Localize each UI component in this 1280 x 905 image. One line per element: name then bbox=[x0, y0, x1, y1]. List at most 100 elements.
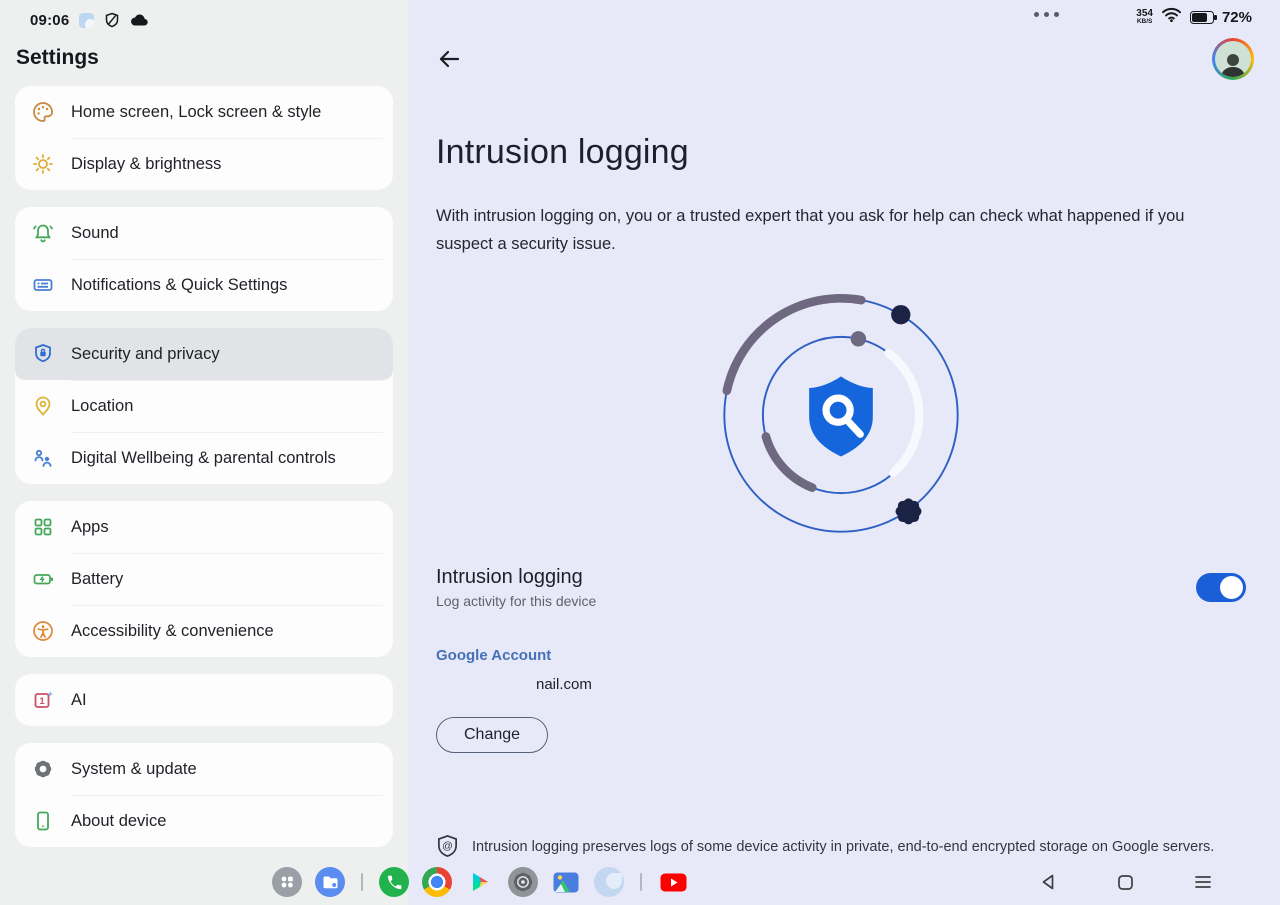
intrusion-logging-panel: 354 KB/S 72% Intrusion logging With intr… bbox=[408, 0, 1280, 905]
gear-icon bbox=[31, 757, 55, 781]
sidebar-item-ai[interactable]: 1 AI bbox=[15, 674, 393, 726]
sidebar-item-about-device[interactable]: About device bbox=[15, 795, 393, 847]
settings-list: Home screen, Lock screen & style Display… bbox=[0, 70, 408, 847]
window-handle-dots[interactable] bbox=[1034, 12, 1059, 17]
taskbar bbox=[0, 859, 1280, 905]
phone-device-icon bbox=[31, 809, 55, 833]
location-pin-icon bbox=[31, 394, 55, 418]
detail-title: Intrusion logging bbox=[436, 133, 1280, 172]
faded-app-icon[interactable] bbox=[594, 867, 624, 897]
battery-icon bbox=[31, 567, 55, 591]
sidebar-item-display[interactable]: Display & brightness bbox=[15, 138, 393, 190]
dock-divider bbox=[361, 873, 363, 891]
notification-app-icon bbox=[79, 13, 94, 28]
footer-text: Intrusion logging preserves logs of some… bbox=[472, 839, 1214, 855]
avatar-photo bbox=[1215, 41, 1251, 77]
svg-text:@: @ bbox=[442, 840, 453, 852]
apps-grid-icon bbox=[31, 515, 55, 539]
youtube-icon[interactable] bbox=[658, 867, 688, 897]
shield-lock-icon bbox=[31, 342, 55, 366]
sidebar-item-security[interactable]: Security and privacy bbox=[15, 328, 393, 380]
page-title: Settings bbox=[0, 32, 408, 70]
wifi-icon bbox=[1161, 6, 1182, 28]
sidebar-item-sound[interactable]: Sound bbox=[15, 207, 393, 259]
status-bar-left: 09:06 bbox=[0, 0, 408, 32]
sidebar-item-system-update[interactable]: System & update bbox=[15, 743, 393, 795]
gallery-app-icon[interactable] bbox=[551, 867, 581, 897]
toggle-sublabel: Log activity for this device bbox=[436, 593, 596, 609]
taskbar-dock bbox=[272, 859, 688, 905]
chrome-icon[interactable] bbox=[422, 867, 452, 897]
sidebar-item-wellbeing[interactable]: Digital Wellbeing & parental controls bbox=[15, 432, 393, 484]
settings-sidebar: 09:06 Settings Home screen, Lock screen … bbox=[0, 0, 408, 905]
shield-search-icon bbox=[809, 376, 873, 456]
intrusion-toggle-row: Intrusion logging Log activity for this … bbox=[436, 566, 1246, 609]
settings-group-privacy: Security and privacy Location Digital We… bbox=[15, 328, 393, 484]
sidebar-item-accessibility[interactable]: Accessibility & convenience bbox=[15, 605, 393, 657]
back-nav-button[interactable] bbox=[1039, 873, 1057, 891]
app-drawer-icon[interactable] bbox=[272, 867, 302, 897]
play-store-icon[interactable] bbox=[465, 867, 495, 897]
phone-app-icon[interactable] bbox=[379, 867, 409, 897]
detail-description: With intrusion logging on, you or a trus… bbox=[436, 202, 1206, 258]
clock: 09:06 bbox=[30, 12, 69, 29]
ai-icon: 1 bbox=[31, 688, 55, 712]
files-app-icon[interactable] bbox=[315, 867, 345, 897]
battery-status-icon bbox=[1190, 11, 1214, 24]
sidebar-item-home-screen[interactable]: Home screen, Lock screen & style bbox=[15, 86, 393, 138]
sidebar-item-apps[interactable]: Apps bbox=[15, 501, 393, 553]
palette-icon bbox=[31, 100, 55, 124]
home-nav-button[interactable] bbox=[1117, 874, 1134, 891]
bell-icon bbox=[31, 221, 55, 245]
settings-group-apps: Apps Battery Accessibility & convenience bbox=[15, 501, 393, 657]
settings-group-system: System & update About device bbox=[15, 743, 393, 847]
tablet-screen: 09:06 Settings Home screen, Lock screen … bbox=[0, 0, 1280, 905]
back-button[interactable] bbox=[436, 45, 466, 73]
status-bar-right: 354 KB/S 72% bbox=[1136, 6, 1252, 28]
settings-group-ai: 1 AI bbox=[15, 674, 393, 726]
sidebar-item-location[interactable]: Location bbox=[15, 380, 393, 432]
google-account-link[interactable]: Google Account bbox=[436, 647, 1280, 664]
settings-group-sound: Sound Notifications & Quick Settings bbox=[15, 207, 393, 311]
battery-percent: 72% bbox=[1222, 9, 1252, 26]
orbit-dot-purple bbox=[851, 331, 866, 346]
wellbeing-icon bbox=[31, 446, 55, 470]
sidebar-item-label: Home screen, Lock screen & style bbox=[71, 103, 321, 122]
sidebar-item-label: Accessibility & convenience bbox=[71, 622, 274, 641]
vpn-shield-icon bbox=[104, 12, 120, 28]
settings-group-personalization: Home screen, Lock screen & style Display… bbox=[15, 86, 393, 190]
sidebar-item-label: System & update bbox=[71, 760, 197, 779]
toggle-label: Intrusion logging bbox=[436, 566, 596, 589]
change-account-button[interactable]: Change bbox=[436, 717, 548, 753]
google-account-section: Google Account nail.com Change bbox=[436, 647, 1280, 753]
sun-icon bbox=[31, 152, 55, 176]
cloud-icon bbox=[130, 13, 149, 27]
shield-scan-illustration bbox=[706, 280, 976, 550]
sidebar-item-label: Security and privacy bbox=[71, 345, 220, 364]
back-arrow-icon bbox=[436, 46, 462, 72]
sidebar-item-label: AI bbox=[71, 691, 87, 710]
network-speed-indicator: 354 KB/S bbox=[1136, 9, 1153, 26]
toggle-text: Intrusion logging Log activity for this … bbox=[436, 566, 596, 609]
sidebar-item-label: Location bbox=[71, 397, 133, 416]
sidebar-item-label: Battery bbox=[71, 570, 123, 589]
orbit-dot-dark bbox=[891, 305, 910, 324]
tools-app-icon[interactable] bbox=[508, 867, 538, 897]
footer-note: @ Intrusion logging preserves logs of so… bbox=[436, 834, 1220, 859]
recents-nav-button[interactable] bbox=[1194, 875, 1212, 889]
intrusion-logging-toggle[interactable] bbox=[1196, 573, 1246, 602]
dock-divider bbox=[640, 873, 642, 891]
sidebar-item-label: Sound bbox=[71, 224, 119, 243]
account-email: nail.com bbox=[436, 676, 1280, 693]
sidebar-item-label: Notifications & Quick Settings bbox=[71, 276, 287, 295]
account-avatar[interactable] bbox=[1212, 38, 1254, 80]
sidebar-item-label: About device bbox=[71, 812, 166, 831]
svg-text:1: 1 bbox=[39, 696, 45, 707]
sidebar-item-label: Apps bbox=[71, 518, 109, 537]
privacy-shield-icon: @ bbox=[436, 834, 459, 859]
sidebar-item-notifications[interactable]: Notifications & Quick Settings bbox=[15, 259, 393, 311]
notifications-icon bbox=[31, 273, 55, 297]
sidebar-item-battery[interactable]: Battery bbox=[15, 553, 393, 605]
accessibility-icon bbox=[31, 619, 55, 643]
sidebar-item-label: Digital Wellbeing & parental controls bbox=[71, 449, 336, 468]
